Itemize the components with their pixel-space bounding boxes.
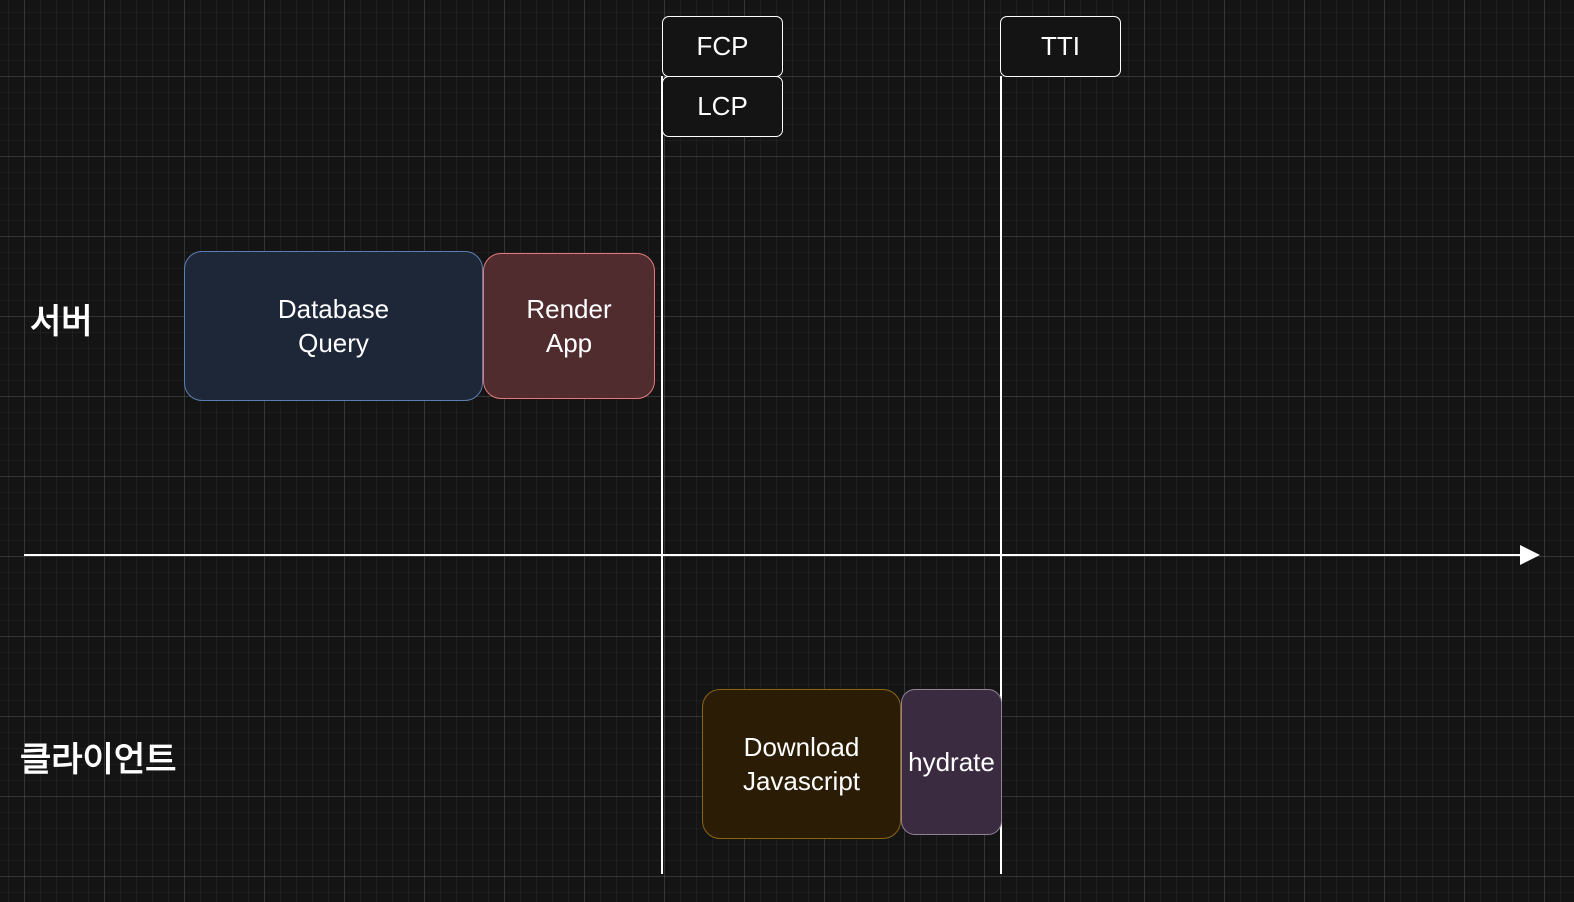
hydrate-label: hydrate — [908, 747, 995, 777]
lcp-marker-label: LCP — [697, 91, 748, 121]
timeline-diagram: FCP LCP TTI 서버 클라이언트 Database Query Rend… — [0, 0, 1574, 902]
render-app-block: Render App — [483, 253, 655, 399]
server-lane-label: 서버 — [30, 302, 93, 342]
time-axis — [24, 554, 1524, 556]
tti-marker-label: TTI — [1041, 31, 1080, 61]
hydrate-block: hydrate — [901, 689, 1002, 835]
tti-marker: TTI — [1000, 16, 1121, 77]
client-lane-label: 클라이언트 — [20, 740, 177, 780]
fcp-marker: FCP — [662, 16, 783, 77]
database-query-label: Database Query — [277, 294, 390, 358]
render-app-label: Render App — [526, 294, 612, 358]
fcp-marker-label: FCP — [696, 31, 749, 61]
database-query-block: Database Query — [184, 251, 483, 401]
time-axis-arrow-icon — [1520, 545, 1540, 565]
fcp-lcp-line — [661, 76, 663, 874]
lcp-marker: LCP — [662, 76, 783, 137]
download-javascript-block: Download Javascript — [702, 689, 901, 839]
download-javascript-label: Download Javascript — [742, 732, 861, 796]
